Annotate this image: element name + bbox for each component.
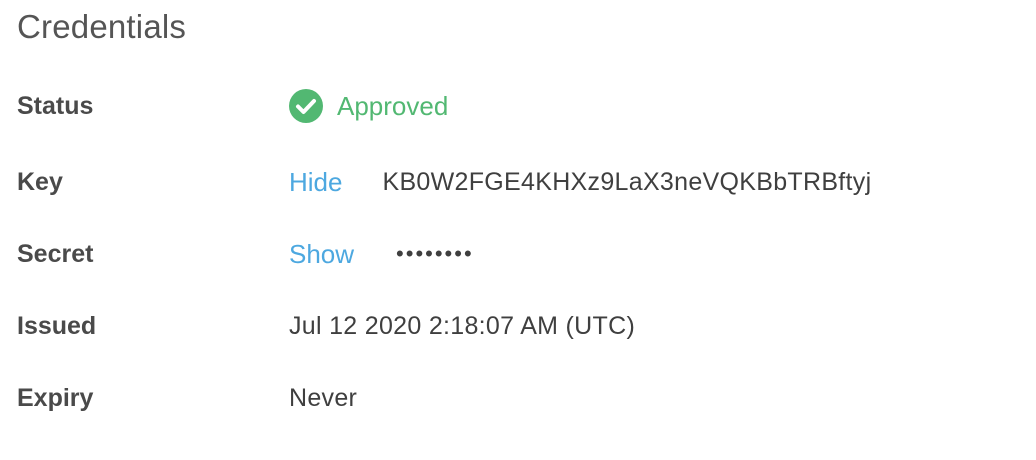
status-row: Status Approved: [17, 86, 448, 126]
secret-label: Secret: [17, 239, 94, 268]
secret-row: Secret Show ••••••••: [17, 234, 474, 274]
expiry-row: Expiry Never: [17, 378, 357, 418]
key-label: Key: [17, 167, 63, 196]
key-row: Key Hide KB0W2FGE4KHXz9LaX3neVQKBbTRBfty…: [17, 162, 871, 202]
status-text: Approved: [337, 90, 449, 121]
status-value: Approved: [289, 89, 448, 123]
status-label: Status: [17, 91, 94, 120]
key-value: KB0W2FGE4KHXz9LaX3neVQKBbTRBftyj: [382, 167, 872, 196]
section-title: Credentials: [17, 8, 187, 45]
hide-key-link[interactable]: Hide: [289, 167, 342, 198]
secret-masked-value: ••••••••: [396, 241, 474, 266]
expiry-label: Expiry: [17, 383, 94, 412]
issued-row: Issued Jul 12 2020 2:18:07 AM (UTC): [17, 306, 635, 346]
expiry-value: Never: [289, 383, 358, 412]
show-secret-link[interactable]: Show: [289, 239, 354, 270]
check-circle-icon: [289, 89, 323, 123]
issued-label: Issued: [17, 311, 97, 340]
issued-value: Jul 12 2020 2:18:07 AM (UTC): [289, 311, 636, 340]
